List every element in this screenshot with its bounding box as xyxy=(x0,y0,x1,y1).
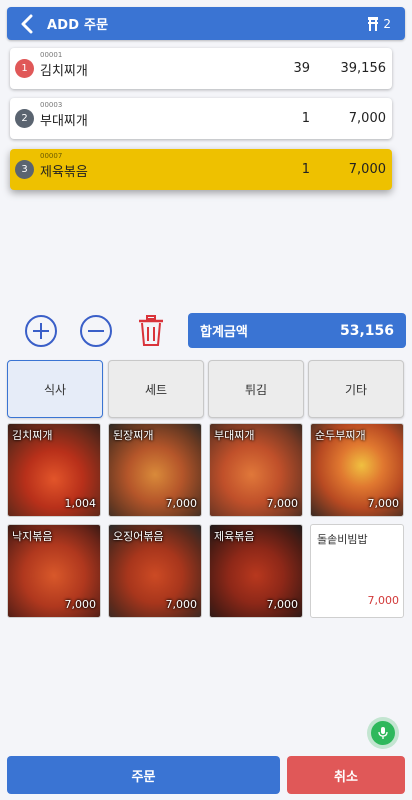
item-amount: 39,156 xyxy=(340,61,387,76)
item-index-badge: 2 xyxy=(15,109,34,128)
tab-meal[interactable]: 식사 xyxy=(7,360,103,418)
order-item-row[interactable]: 1 00001 김치찌개 39 39,156 xyxy=(10,48,392,89)
menu-item-price: 7,000 xyxy=(266,598,299,611)
item-quantity: 1 xyxy=(301,111,310,126)
menu-item-name: 된장찌개 xyxy=(113,429,154,442)
order-item-row[interactable]: 2 00003 부대찌개 1 7,000 xyxy=(10,98,392,139)
menu-item-name: 돌솥비빔밥 xyxy=(317,533,368,546)
item-name: 김치찌개 xyxy=(40,64,88,79)
table-indicator: 2 xyxy=(367,16,391,32)
item-quantity: 1 xyxy=(301,162,310,177)
tab-fried[interactable]: 튀김 xyxy=(208,360,304,418)
chevron-left-icon xyxy=(21,14,33,33)
menu-item-nakji-bokkeum[interactable]: 낙지볶음 7,000 xyxy=(7,524,101,618)
menu-item-name: 부대찌개 xyxy=(214,429,255,442)
item-amount: 7,000 xyxy=(348,111,386,126)
table-number: 2 xyxy=(383,16,391,31)
total-value: 53,156 xyxy=(339,322,394,339)
menu-item-name: 낙지볶음 xyxy=(12,530,53,543)
voice-input-button[interactable] xyxy=(371,721,395,745)
menu-item-ojingeo-bokkeum[interactable]: 오징어볶음 7,000 xyxy=(108,524,202,618)
total-amount-panel: 합계금액 53,156 xyxy=(188,313,406,348)
menu-item-sundubu-jjigae[interactable]: 순두부찌개 7,000 xyxy=(310,423,404,517)
menu-item-budae-jjigae[interactable]: 부대찌개 7,000 xyxy=(209,423,303,517)
item-index-badge: 3 xyxy=(15,160,34,179)
table-icon xyxy=(368,16,379,31)
menu-item-doenjang-jjigae[interactable]: 된장찌개 7,000 xyxy=(108,423,202,517)
item-amount: 7,000 xyxy=(348,162,386,177)
menu-item-name: 순두부찌개 xyxy=(315,429,366,442)
item-name: 제육볶음 xyxy=(40,165,88,180)
menu-item-price: 7,000 xyxy=(367,497,400,510)
plus-circle-icon xyxy=(25,315,57,347)
menu-item-price: 1,004 xyxy=(64,497,97,510)
back-button[interactable] xyxy=(7,7,47,40)
page-title: ADD 주문 xyxy=(47,18,109,33)
menu-item-name: 제육볶음 xyxy=(214,530,255,543)
decrease-button[interactable] xyxy=(79,314,113,348)
menu-item-kimchi-jjigae[interactable]: 김치찌개 1,004 xyxy=(7,423,101,517)
item-index-badge: 1 xyxy=(15,59,34,78)
total-label: 합계금액 xyxy=(200,325,248,340)
tab-etc[interactable]: 기타 xyxy=(308,360,404,418)
app-header: ADD 주문 2 xyxy=(7,7,405,40)
item-name: 부대찌개 xyxy=(40,114,88,129)
menu-item-price: 7,000 xyxy=(64,598,97,611)
menu-item-dolsot-bibimbap[interactable]: 돌솥비빔밥 7,000 xyxy=(310,524,404,618)
tab-set[interactable]: 세트 xyxy=(108,360,204,418)
increase-button[interactable] xyxy=(24,314,58,348)
menu-item-price: 7,000 xyxy=(266,497,299,510)
item-code: 00001 xyxy=(40,51,63,59)
order-button[interactable]: 주문 xyxy=(7,756,280,794)
menu-item-jeyuk-bokkeum[interactable]: 제육볶음 7,000 xyxy=(209,524,303,618)
cancel-button[interactable]: 취소 xyxy=(287,756,405,794)
menu-item-name: 김치찌개 xyxy=(12,429,53,442)
delete-button[interactable] xyxy=(134,314,168,348)
item-code: 00003 xyxy=(40,101,63,109)
item-quantity: 39 xyxy=(293,61,310,76)
microphone-icon xyxy=(378,727,388,739)
item-code: 00007 xyxy=(40,152,63,160)
menu-item-name: 오징어볶음 xyxy=(113,530,164,543)
minus-circle-icon xyxy=(80,315,112,347)
menu-item-price: 7,000 xyxy=(165,497,198,510)
order-item-row-selected[interactable]: 3 00007 제육볶음 1 7,000 xyxy=(10,149,392,190)
menu-item-price: 7,000 xyxy=(367,594,400,607)
trash-icon xyxy=(139,315,163,346)
menu-item-price: 7,000 xyxy=(165,598,198,611)
